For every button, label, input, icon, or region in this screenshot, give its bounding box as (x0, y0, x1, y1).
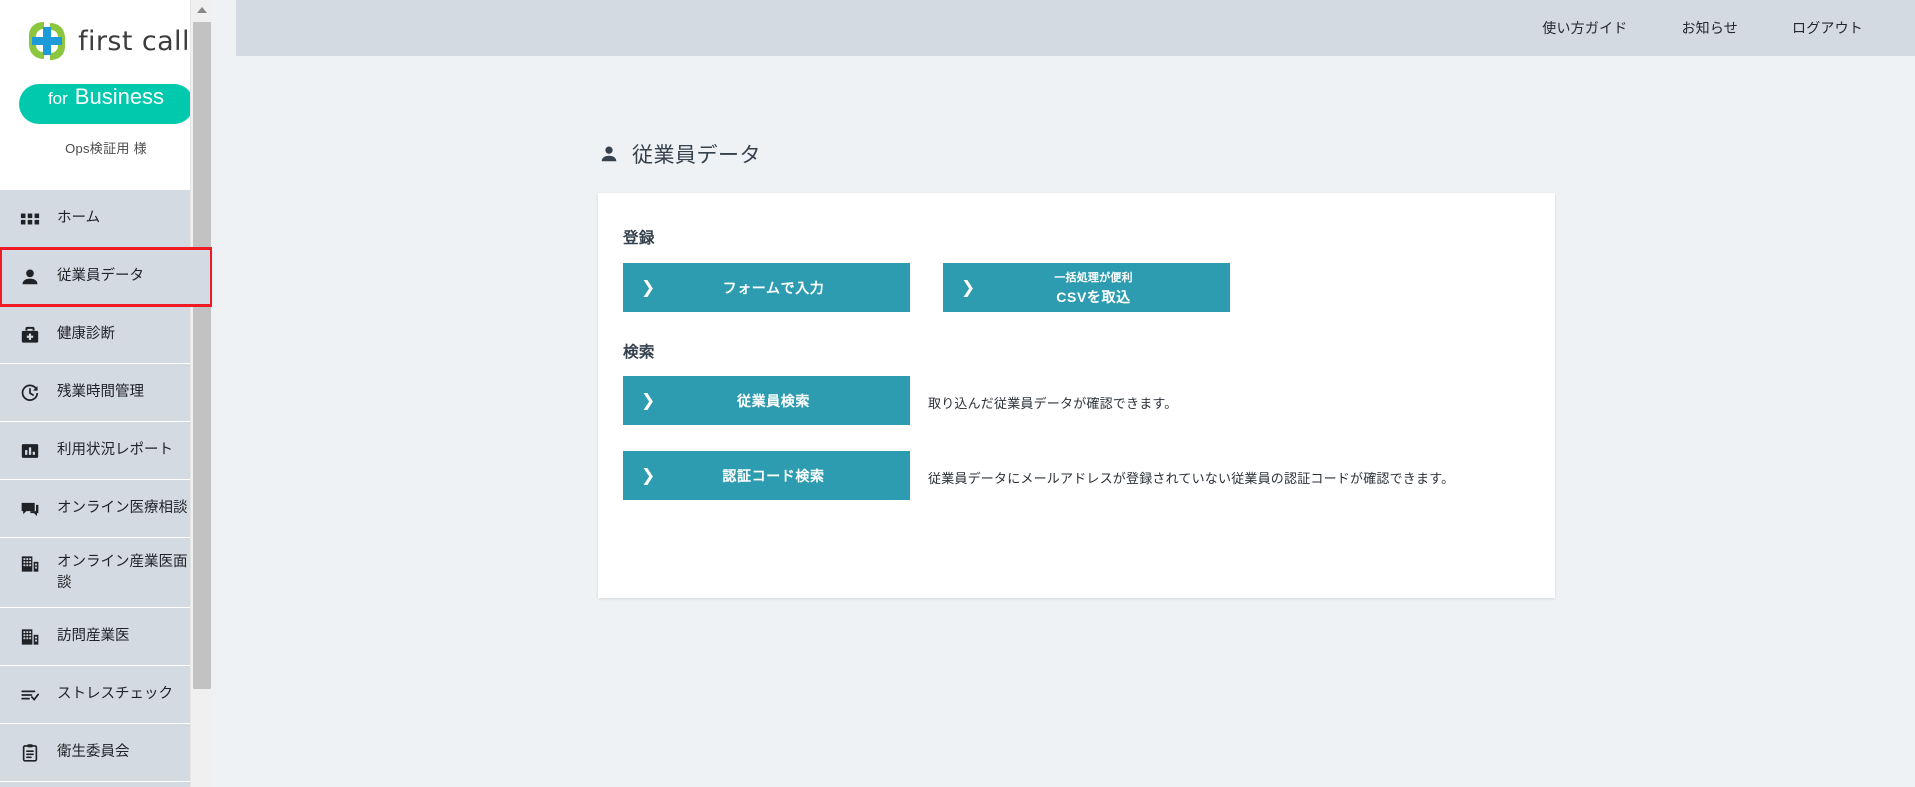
brand-name: first call (78, 26, 190, 57)
logo-row: first call (0, 10, 212, 72)
form-input-button-label: フォームで入力 (623, 278, 910, 298)
csv-import-button-label: 一括処理が便利 CSVを取込 (943, 269, 1230, 307)
badge-business-text: Business (75, 84, 164, 110)
app-root: first call for Business Ops検証用 様 ホーム (0, 0, 1915, 787)
sidebar-nav: ホーム 従業員データ (0, 190, 212, 782)
caret-up-icon[interactable] (191, 0, 212, 20)
employee-search-description: 取り込んだ従業員データが確認できます。 (928, 393, 1178, 412)
person-icon (19, 266, 41, 288)
medical-kit-icon (19, 324, 41, 346)
person-icon (598, 143, 620, 165)
sidebar-item-label: 訪問産業医 (57, 626, 197, 647)
auth-code-search-description: 従業員データにメールアドレスが登録されていない従業員の認証コードが確認できます。 (928, 468, 1454, 487)
search-section-heading: 検索 (623, 340, 655, 362)
sidebar-scrollbar[interactable] (190, 0, 212, 787)
sidebar-item-label: 残業時間管理 (57, 382, 197, 403)
badge-for-text: for (48, 89, 68, 109)
sidebar-item-label: ストレスチェック (57, 684, 197, 705)
chevron-right-icon: ❯ (961, 279, 975, 296)
scrollbar-thumb[interactable] (193, 22, 211, 689)
sidebar-item-label: オンライン医療相談 (57, 498, 197, 519)
auth-code-search-button[interactable]: ❯ 認証コード検索 (623, 451, 910, 500)
sidebar: first call for Business Ops検証用 様 ホーム (0, 0, 212, 787)
chevron-right-icon: ❯ (641, 279, 655, 296)
sidebar-item-label: オンライン産業医面談 (57, 552, 197, 594)
firstcall-cross-logo-icon (26, 20, 68, 62)
sidebar-item-label: 健康診断 (57, 324, 197, 345)
sidebar-item-label: 衛生委員会 (57, 742, 197, 763)
csv-import-button[interactable]: ❯ 一括処理が便利 CSVを取込 (943, 263, 1230, 312)
header-link-logout[interactable]: ログアウト (1792, 18, 1863, 38)
sidebar-item-employee-data[interactable]: 従業員データ (0, 248, 212, 306)
sidebar-item-label: ホーム (57, 208, 197, 229)
header-link-usage-guide[interactable]: 使い方ガイド (1542, 18, 1627, 38)
top-navigation-bar: 使い方ガイド お知らせ ログアウト (236, 0, 1915, 56)
bar-chart-icon (19, 440, 41, 462)
sidebar-item-health-committee[interactable]: 衛生委員会 (0, 724, 212, 782)
sidebar-item-label: 従業員データ (57, 266, 197, 287)
employee-search-button[interactable]: ❯ 従業員検索 (623, 376, 910, 425)
sidebar-item-online-medical-consultation[interactable]: オンライン医療相談 (0, 480, 212, 538)
building-icon (19, 626, 41, 648)
auth-code-search-button-label: 認証コード検索 (623, 466, 910, 486)
clock-refresh-icon (19, 382, 41, 404)
csv-import-button-main-label: CSVを取込 (957, 287, 1230, 307)
employee-data-card: 登録 ❯ フォームで入力 ❯ 一括処理が便利 CSVを取込 検索 ❯ 従業員検索… (598, 193, 1555, 598)
csv-import-button-sublabel: 一括処理が便利 (957, 269, 1230, 285)
chat-bubble-icon (19, 498, 41, 520)
sidebar-item-home[interactable]: ホーム (0, 190, 212, 248)
chevron-right-icon: ❯ (641, 392, 655, 409)
building-icon (19, 553, 41, 575)
list-check-icon (19, 684, 41, 706)
grid-icon (19, 208, 41, 230)
sidebar-item-label: 利用状況レポート (57, 440, 197, 461)
organization-name: Ops検証用 様 (0, 138, 212, 157)
page-title: 従業員データ (598, 139, 761, 169)
sidebar-item-usage-report[interactable]: 利用状況レポート (0, 422, 212, 480)
clipboard-icon (19, 742, 41, 764)
brand-block: first call for Business Ops検証用 様 (0, 0, 212, 190)
page-title-text: 従業員データ (632, 139, 761, 169)
for-business-badge: for Business (19, 84, 194, 124)
registration-section-heading: 登録 (623, 226, 655, 248)
header-link-notifications[interactable]: お知らせ (1681, 18, 1738, 38)
form-input-button[interactable]: ❯ フォームで入力 (623, 263, 910, 312)
sidebar-item-online-occupational-physician-interview[interactable]: オンライン産業医面談 (0, 538, 212, 608)
sidebar-item-health-checkup[interactable]: 健康診断 (0, 306, 212, 364)
chevron-right-icon: ❯ (641, 467, 655, 484)
employee-search-button-label: 従業員検索 (623, 391, 910, 411)
sidebar-item-stress-check[interactable]: ストレスチェック (0, 666, 212, 724)
sidebar-item-overtime-management[interactable]: 残業時間管理 (0, 364, 212, 422)
sidebar-item-visiting-occupational-physician[interactable]: 訪問産業医 (0, 608, 212, 666)
main-content: 従業員データ 登録 ❯ フォームで入力 ❯ 一括処理が便利 CSVを取込 検索 … (236, 56, 1915, 787)
